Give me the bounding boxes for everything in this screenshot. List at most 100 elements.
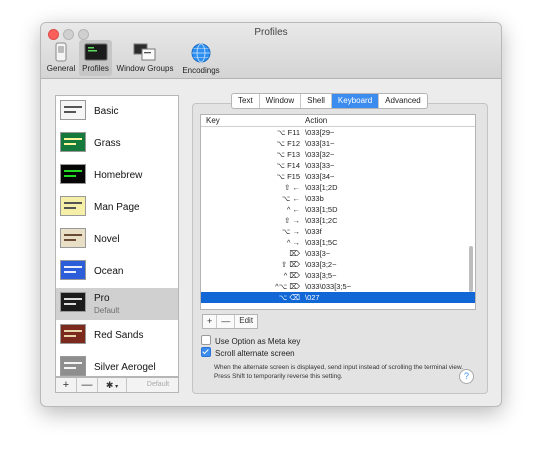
action-column-header[interactable]: Action	[305, 116, 327, 125]
profile-name: Novel	[94, 234, 120, 245]
scroll-alt-option[interactable]: Scroll alternate screen	[201, 347, 295, 359]
profile-item-man-page[interactable]: Man Page	[56, 192, 178, 224]
profile-item-grass[interactable]: Grass	[56, 128, 178, 160]
key-cell: ⌥ F15	[276, 172, 300, 181]
profile-list-controls: + — ✱ ▾ Default	[55, 377, 179, 393]
scroll-alt-description: When the alternate screen is displayed, …	[214, 364, 464, 380]
profile-thumbnail	[60, 292, 86, 312]
remove-key-button[interactable]: —	[217, 315, 236, 328]
key-cell: ^ ⌦	[283, 271, 300, 280]
profile-name: Grass	[94, 138, 121, 149]
action-cell: \033[1;2D	[305, 183, 338, 192]
table-row[interactable]: ⌥ F11 \033[29~	[201, 127, 475, 138]
action-cell: \033\033[3;5~	[305, 282, 352, 291]
profile-name: Red Sands	[94, 330, 144, 341]
key-cell: ⌥ F14	[276, 161, 300, 170]
chevron-down-icon: ▾	[113, 384, 119, 390]
key-table-scrollbar[interactable]	[469, 128, 474, 308]
table-row-selected[interactable]: ⌥ ⌫ \027	[201, 292, 475, 303]
action-cell: \033[32~	[305, 150, 335, 159]
table-row[interactable]: ^ ⌦ \033[3;5~	[201, 270, 475, 281]
key-column-header[interactable]: Key	[206, 116, 220, 125]
general-switch-icon	[55, 42, 67, 62]
remove-profile-button[interactable]: —	[77, 378, 98, 392]
tab-shell[interactable]: Shell	[301, 94, 332, 108]
key-cell: ^⌥ ⌦	[275, 282, 300, 291]
scroll-alt-label: Scroll alternate screen	[215, 349, 295, 358]
add-profile-button[interactable]: +	[56, 378, 77, 392]
default-profile-label: Default	[94, 306, 120, 315]
help-button[interactable]: ?	[459, 369, 474, 384]
table-row[interactable]: ⌥ F13 \033[32~	[201, 149, 475, 160]
action-cell: \033b	[305, 194, 324, 203]
profile-thumbnail	[60, 260, 86, 280]
window-groups-icon	[133, 43, 156, 61]
profile-list[interactable]: Basic Grass Homebrew Man Page Novel Ocea…	[55, 95, 179, 377]
table-row[interactable]: ^ → \033[1;5C	[201, 237, 475, 248]
gear-menu-button[interactable]: ✱ ▾	[98, 378, 127, 392]
profile-item-ocean[interactable]: Ocean	[56, 256, 178, 288]
profile-item-red-sands[interactable]: Red Sands	[56, 320, 178, 352]
main-content: Basic Grass Homebrew Man Page Novel Ocea…	[41, 79, 501, 406]
key-cell: ⌥ F13	[276, 150, 300, 159]
profile-name: Silver Aerogel	[94, 362, 156, 373]
table-header: Key Action	[201, 115, 475, 127]
profile-thumbnail	[60, 196, 86, 216]
key-cell: ⌦	[289, 249, 300, 258]
profile-thumbnail	[60, 132, 86, 152]
toolbar-profiles-button[interactable]: Profiles	[79, 40, 112, 76]
profile-item-homebrew[interactable]: Homebrew	[56, 160, 178, 192]
table-row[interactable]: ⌥ F15 \033[34~	[201, 171, 475, 182]
table-row[interactable]: ⌥ → \033f	[201, 226, 475, 237]
action-cell: \033[1;5C	[305, 238, 338, 247]
profile-thumbnail	[60, 356, 86, 376]
table-row[interactable]: ⌥ F12 \033[31~	[201, 138, 475, 149]
edit-key-button[interactable]: Edit	[235, 315, 257, 328]
table-row[interactable]: ⌥ F14 \033[33~	[201, 160, 475, 171]
profile-thumbnail	[60, 164, 86, 184]
scroll-alt-checkbox[interactable]	[201, 347, 211, 357]
action-cell: \033[34~	[305, 172, 335, 181]
profile-item-basic[interactable]: Basic	[56, 96, 178, 128]
meta-key-checkbox[interactable]	[201, 335, 211, 345]
toolbar-encodings-label: Encodings	[182, 66, 220, 75]
toolbar-encodings-button[interactable]: Encodings	[179, 40, 223, 76]
key-mapping-controls: + — Edit	[202, 314, 259, 329]
table-row[interactable]: ⇧ ← \033[1;2D	[201, 182, 475, 193]
table-row[interactable]: ⇧ → \033[1;2C	[201, 215, 475, 226]
profile-item-silver-aerogel[interactable]: Silver Aerogel	[56, 352, 178, 376]
action-cell: \033[31~	[305, 139, 335, 148]
table-row[interactable]: ⌦ \033[3~	[201, 248, 475, 259]
key-mapping-table: Key Action ⌥ F11 \033[29~ ⌥ F12 \033[31~ ⌥…	[200, 114, 476, 310]
set-default-button[interactable]: Default	[139, 378, 177, 392]
tab-text[interactable]: Text	[232, 94, 260, 108]
toolbar-general-button[interactable]: General	[43, 40, 79, 76]
toolbar-general-label: General	[46, 64, 76, 73]
scrollbar-knob[interactable]	[469, 246, 473, 292]
table-row[interactable]: ⇧ ⌦ \033[3;2~	[201, 259, 475, 270]
table-row[interactable]: ⌥ ← \033b	[201, 193, 475, 204]
action-cell: \033[3;2~	[305, 260, 337, 269]
toolbar: Profiles General Profiles Window Groups	[41, 23, 501, 79]
tab-keyboard[interactable]: Keyboard	[331, 94, 380, 108]
toolbar-window-groups-label: Window Groups	[116, 64, 174, 73]
meta-key-option[interactable]: Use Option as Meta key	[201, 335, 300, 347]
add-key-button[interactable]: +	[203, 315, 218, 328]
action-cell: \033[3;5~	[305, 271, 337, 280]
window-title: Profiles	[254, 27, 288, 38]
action-cell: \033[3~	[305, 249, 331, 258]
key-cell: ⇧ ←	[284, 183, 300, 192]
terminal-profile-icon	[84, 43, 107, 61]
table-row[interactable]: ^ ← \033[1;5D	[201, 204, 475, 215]
profile-item-novel[interactable]: Novel	[56, 224, 178, 256]
profile-thumbnail	[60, 100, 86, 120]
profile-name: Pro	[94, 293, 110, 304]
key-cell: ⇧ →	[284, 216, 300, 225]
profile-thumbnail	[60, 228, 86, 248]
toolbar-window-groups-button[interactable]: Window Groups	[113, 40, 177, 76]
tab-window[interactable]: Window	[260, 94, 302, 108]
table-row[interactable]: ^⌥ ⌦ \033\033[3;5~	[201, 281, 475, 292]
profile-item-pro[interactable]: Pro Default	[56, 288, 178, 320]
action-cell: \033[1;5D	[305, 205, 338, 214]
tab-advanced[interactable]: Advanced	[379, 94, 427, 108]
